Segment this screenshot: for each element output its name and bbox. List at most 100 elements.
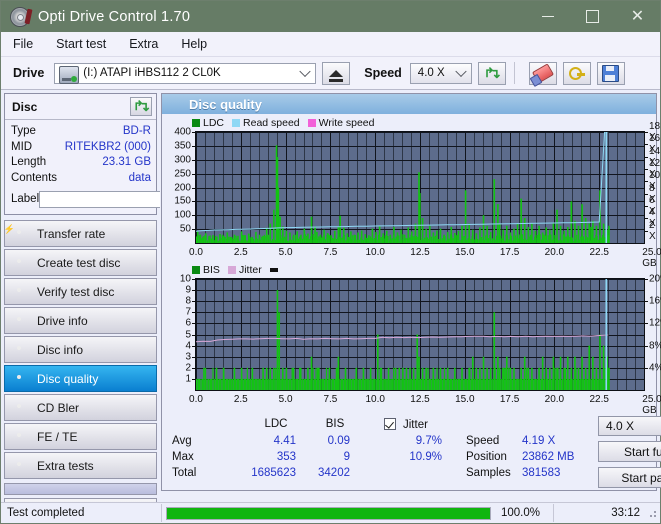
sidebar-item-label: Verify test disc xyxy=(37,284,115,299)
sidebar-item-transfer-rate[interactable]: ⚡ Transfer rate xyxy=(4,220,157,247)
y-tick-mark xyxy=(192,279,195,280)
position-stat-value: 23862 MB xyxy=(522,451,575,463)
scan-end-marker xyxy=(605,279,608,390)
menu-item-help[interactable]: Help xyxy=(179,35,218,53)
ldc-chart: 50 100 150 200 250 300 350 400 2 X4 X6 X8 X 10 X1… xyxy=(162,121,661,269)
stats-area: LDC BIS Avg 4.41 0.09 Max 353 9 Total 16… xyxy=(170,416,661,488)
sidebar-item-cd-bler[interactable]: CD Bler xyxy=(4,394,157,421)
sidebar-item-label: CD Bler xyxy=(37,400,80,415)
sidebar-item-create-test-disc[interactable]: Create test disc xyxy=(4,249,157,276)
resize-grip[interactable] xyxy=(646,507,658,519)
x-tick-label: 25.0 GB xyxy=(642,247,661,269)
start-part-button[interactable]: Start part xyxy=(598,467,661,488)
legend-item-jitter: Jitter xyxy=(227,264,262,276)
jitter-max-value: 10.9% xyxy=(409,451,442,463)
x-tick-label: 2.5 xyxy=(233,394,248,405)
y-tick-label: 150 xyxy=(174,195,191,207)
stats-avg-bis: 0.09 xyxy=(327,435,350,447)
maximize-button[interactable] xyxy=(570,1,615,32)
legend-swatch xyxy=(192,265,200,274)
drive-label: Drive xyxy=(13,66,45,80)
legend-label: LDC xyxy=(203,116,225,129)
y-tick-mark xyxy=(192,378,195,380)
legend-label: Read speed xyxy=(243,116,300,129)
disc-icon: ⚡ xyxy=(3,224,15,234)
legend-item-write-speed: Write speed xyxy=(307,117,375,129)
disc-group-header: Disc ↱ ↴ xyxy=(5,94,156,120)
y-tick-mark xyxy=(192,159,195,161)
disc-row-length-key: Length xyxy=(11,156,47,168)
disc-quality-panel: Disc quality LDC Read speed Write speed … xyxy=(161,93,661,491)
disc-icon xyxy=(12,341,29,358)
disc-row-mid-key: MID xyxy=(11,140,33,153)
y-tick-mark xyxy=(192,345,195,347)
save-button[interactable] xyxy=(596,61,625,85)
sidebar-item-disc-info[interactable]: Disc info xyxy=(4,336,157,363)
disc-row-contents-key: Contents xyxy=(11,171,58,184)
x-tick-label: 10.0 xyxy=(365,247,385,258)
sidebar-nav: ⚡ Transfer rate Create test disc Verify … xyxy=(4,220,157,479)
eject-icon xyxy=(329,69,344,82)
y-tick-label: 50 xyxy=(179,223,191,235)
x-tick-label: 7.5 xyxy=(323,394,338,405)
samples-stat-label: Samples xyxy=(466,467,511,479)
disc-row-contents-value: data xyxy=(128,171,151,184)
start-full-button[interactable]: Start full xyxy=(598,441,661,462)
legend-swatch xyxy=(269,267,278,272)
menu-item-file[interactable]: File xyxy=(11,35,44,53)
eject-button[interactable] xyxy=(322,61,351,85)
drive-select[interactable]: (I:) ATAPI iHBS112 2 CL0K xyxy=(54,62,317,84)
y-tick-label: 250 xyxy=(174,168,191,180)
app-window: Opti Drive Control 1.70 ✕ File Start tes… xyxy=(0,0,661,524)
minimize-button[interactable] xyxy=(525,1,570,32)
jitter-checkbox[interactable] xyxy=(384,418,396,430)
y-tick-label: 300 xyxy=(174,154,191,166)
speed-select[interactable]: 4.0 X xyxy=(409,62,472,84)
legend-item-ldc: LDC xyxy=(192,117,224,129)
sidebar-item-extra-tests[interactable]: Extra tests xyxy=(4,452,157,479)
y-tick-label: 10 xyxy=(179,273,191,285)
sidebar-item-fe-te[interactable]: FE / TE xyxy=(4,423,157,450)
disc-icon xyxy=(12,457,29,474)
close-button[interactable]: ✕ xyxy=(615,1,660,32)
disc-icon xyxy=(12,312,29,329)
menu-item-start-test[interactable]: Start test xyxy=(54,35,117,53)
sidebar-item-drive-info[interactable]: Drive info xyxy=(4,307,157,334)
chart-series xyxy=(196,132,610,243)
elapsed-time: 33:12 xyxy=(611,507,640,519)
main-content: Disc quality LDC Read speed Write speed … xyxy=(160,90,661,493)
drive-select-value: (I:) ATAPI iHBS112 2 CL0K xyxy=(83,67,221,79)
y-tick-mark xyxy=(192,132,195,133)
y2-tick-label: 20% xyxy=(649,273,661,285)
y-tick-mark xyxy=(192,187,195,189)
y-tick-mark xyxy=(192,367,195,369)
legend-top: LDC Read speed Write speed xyxy=(162,114,656,129)
y2-tick-mark xyxy=(645,345,648,347)
status-bar: Test completed 100.0% 33:12 xyxy=(1,502,660,523)
stats-max-ldc: 353 xyxy=(276,451,296,463)
sidebar-item-label: Extra tests xyxy=(37,458,94,473)
window-controls: ✕ xyxy=(525,1,660,32)
key-button[interactable] xyxy=(562,61,591,85)
sidebar-item-label: Disc info xyxy=(37,342,84,357)
y-tick-mark xyxy=(192,323,195,325)
legend-swatch xyxy=(232,118,241,127)
menu-bar: File Start test Extra Help xyxy=(1,32,660,57)
chevron-down-icon xyxy=(455,65,467,78)
y2-tick-label: 16% xyxy=(649,295,661,307)
legend-label: BIS xyxy=(203,263,220,276)
legend-swatch xyxy=(192,118,200,127)
x-tick-label: 12.5 xyxy=(410,247,430,258)
sidebar-item-verify-test-disc[interactable]: Verify test disc xyxy=(4,278,157,305)
progress-percent: 100.0% xyxy=(501,507,541,519)
y2-tick-mark xyxy=(645,193,648,195)
menu-item-extra[interactable]: Extra xyxy=(127,35,169,53)
x-tick-label: 15.0 xyxy=(455,247,475,258)
gridline-v xyxy=(644,279,645,390)
refresh-button[interactable]: ↱ ↴ xyxy=(477,61,506,85)
erase-button[interactable] xyxy=(528,61,557,85)
sidebar-item-disc-quality[interactable]: Disc quality xyxy=(4,365,157,392)
disc-refresh-button[interactable]: ↱ ↴ xyxy=(130,97,152,116)
test-speed-select[interactable]: 4.0 X xyxy=(598,416,661,436)
sidebar: Disc ↱ ↴ Type BD-R MID RITEKBR2 (000) Le… xyxy=(1,90,244,520)
